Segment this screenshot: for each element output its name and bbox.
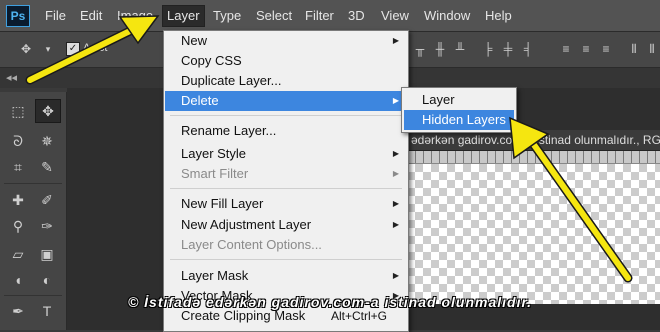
move-tool-icon[interactable]: ✥ <box>18 41 34 57</box>
tool-preset-dropdown-icon[interactable]: ▾ <box>40 41 56 57</box>
healing-brush-tool-icon[interactable]: ✚ <box>6 189 30 211</box>
layer-menu-layer-content-options: Layer Content Options... <box>165 235 407 255</box>
layer-menu-new[interactable]: New ▶ <box>165 31 407 51</box>
document-tab[interactable]: ədərkən gadirov.com-a istinad olunmalıdı… <box>407 130 660 151</box>
menu-help[interactable]: Help <box>481 6 516 26</box>
menu-view[interactable]: View <box>377 6 413 26</box>
menu-item-label: Layer Content Options... <box>181 237 322 252</box>
eyedropper-tool-icon[interactable]: ✎ <box>35 156 59 178</box>
menu-item-label: Smart Filter <box>181 166 249 181</box>
submenu-arrow-icon: ▶ <box>392 36 399 45</box>
menu-3d[interactable]: 3D <box>344 6 369 26</box>
brush-tool-icon[interactable]: ✐ <box>35 189 59 211</box>
watermark-text: © İstifadə edərkən gadirov.com-a istinad… <box>127 294 533 310</box>
align-top-icon[interactable]: ╥ <box>412 41 428 57</box>
distribute-top-icon[interactable]: ≡ <box>558 41 574 57</box>
collapse-panel-icon[interactable]: ◂◂ <box>6 71 17 84</box>
distribute-left-icon[interactable]: ⦀ <box>626 41 642 57</box>
submenu-arrow-icon: ▶ <box>392 149 399 158</box>
distribute-middle-icon[interactable]: ≡ <box>578 41 594 57</box>
submenu-arrow-icon: ▶ <box>392 271 399 280</box>
menu-bar: Ps File Edit Image Layer Type Select Fil… <box>0 0 660 32</box>
menu-file[interactable]: File <box>41 6 70 26</box>
layer-menu-layer-style[interactable]: Layer Style ▶ <box>165 144 407 164</box>
menu-item-label: Rename Layer... <box>181 123 277 138</box>
tool-divider <box>4 183 62 184</box>
eraser-tool-icon[interactable]: ▱ <box>6 243 30 265</box>
menu-layer[interactable]: Layer <box>162 5 205 27</box>
auto-select-checkbox[interactable]: ✓ <box>66 42 80 56</box>
crop-tool-icon[interactable]: ⌗ <box>6 156 30 178</box>
layer-menu-copy-css[interactable]: Copy CSS <box>165 51 407 71</box>
history-brush-tool-icon[interactable]: ✑ <box>35 215 59 237</box>
menu-item-label: Duplicate Layer... <box>181 73 282 88</box>
submenu-arrow-icon: ▶ <box>392 199 399 208</box>
menu-separator <box>170 188 402 189</box>
auto-select-label: A ect <box>83 42 108 54</box>
move-tool-icon[interactable]: ✥ <box>35 99 61 123</box>
delete-submenu: Layer Hidden Layers <box>401 87 517 133</box>
menu-item-label: Layer <box>422 92 455 107</box>
menu-item-label: Delete <box>181 93 219 108</box>
menu-image[interactable]: Image <box>113 6 157 26</box>
align-center-icon[interactable]: ╪ <box>500 41 516 57</box>
menu-item-label: Layer Mask <box>181 268 249 283</box>
align-right-icon[interactable]: ╡ <box>520 41 536 57</box>
layer-menu-smart-filter: Smart Filter ▶ <box>165 164 407 184</box>
photoshop-logo: Ps <box>6 5 30 27</box>
dodge-tool-icon[interactable]: ◐ <box>35 269 59 291</box>
transparent-canvas[interactable] <box>407 164 660 304</box>
clone-stamp-tool-icon[interactable]: ⚲ <box>6 215 30 237</box>
menu-item-label: New <box>181 33 208 48</box>
menu-item-label: Hidden Layers <box>422 112 506 127</box>
menu-filter[interactable]: Filter <box>301 6 338 26</box>
submenu-arrow-icon: ▶ <box>392 96 399 105</box>
menu-edit[interactable]: Edit <box>76 6 106 26</box>
submenu-arrow-icon: ▶ <box>392 169 399 178</box>
magic-wand-tool-icon[interactable]: ✵ <box>35 130 59 152</box>
align-left-icon[interactable]: ╞ <box>480 41 496 57</box>
gradient-tool-icon[interactable]: ▣ <box>35 243 59 265</box>
distribute-bottom-icon[interactable]: ≡ <box>598 41 614 57</box>
menu-item-label: New Fill Layer <box>181 196 264 211</box>
layer-menu-rename-layer[interactable]: Rename Layer... <box>165 121 407 141</box>
align-bottom-icon[interactable]: ╨ <box>452 41 468 57</box>
submenu-arrow-icon: ▶ <box>392 220 399 229</box>
menu-separator <box>170 259 402 260</box>
layer-menu-duplicate-layer[interactable]: Duplicate Layer... <box>165 71 407 91</box>
blur-tool-icon[interactable]: ◖ <box>6 269 30 291</box>
horizontal-ruler <box>407 151 660 164</box>
delete-submenu-layer[interactable]: Layer <box>404 90 514 110</box>
layer-menu-delete[interactable]: Delete ▶ <box>165 91 407 111</box>
layer-menu-new-adjustment-layer[interactable]: New Adjustment Layer ▶ <box>165 215 407 235</box>
menu-window[interactable]: Window <box>420 6 474 26</box>
menu-item-label: Copy CSS <box>181 53 242 68</box>
delete-submenu-hidden-layers[interactable]: Hidden Layers <box>404 110 514 130</box>
menu-select[interactable]: Select <box>252 6 296 26</box>
menu-item-label: New Adjustment Layer <box>181 217 312 232</box>
menu-separator <box>170 115 402 116</box>
marquee-tool-icon[interactable]: ⬚ <box>6 100 30 122</box>
menu-type[interactable]: Type <box>209 6 245 26</box>
distribute-center-icon[interactable]: ⦀ <box>644 41 660 57</box>
layer-menu-new-fill-layer[interactable]: New Fill Layer ▶ <box>165 194 407 214</box>
lasso-tool-icon[interactable]: ᘐ <box>6 130 30 152</box>
layer-menu-layer-mask[interactable]: Layer Mask ▶ <box>165 266 407 286</box>
align-middle-icon[interactable]: ╫ <box>432 41 448 57</box>
menu-item-label: Layer Style <box>181 146 247 161</box>
layer-menu-dropdown: New ▶ Copy CSS Duplicate Layer... Delete ▶… <box>163 30 409 332</box>
